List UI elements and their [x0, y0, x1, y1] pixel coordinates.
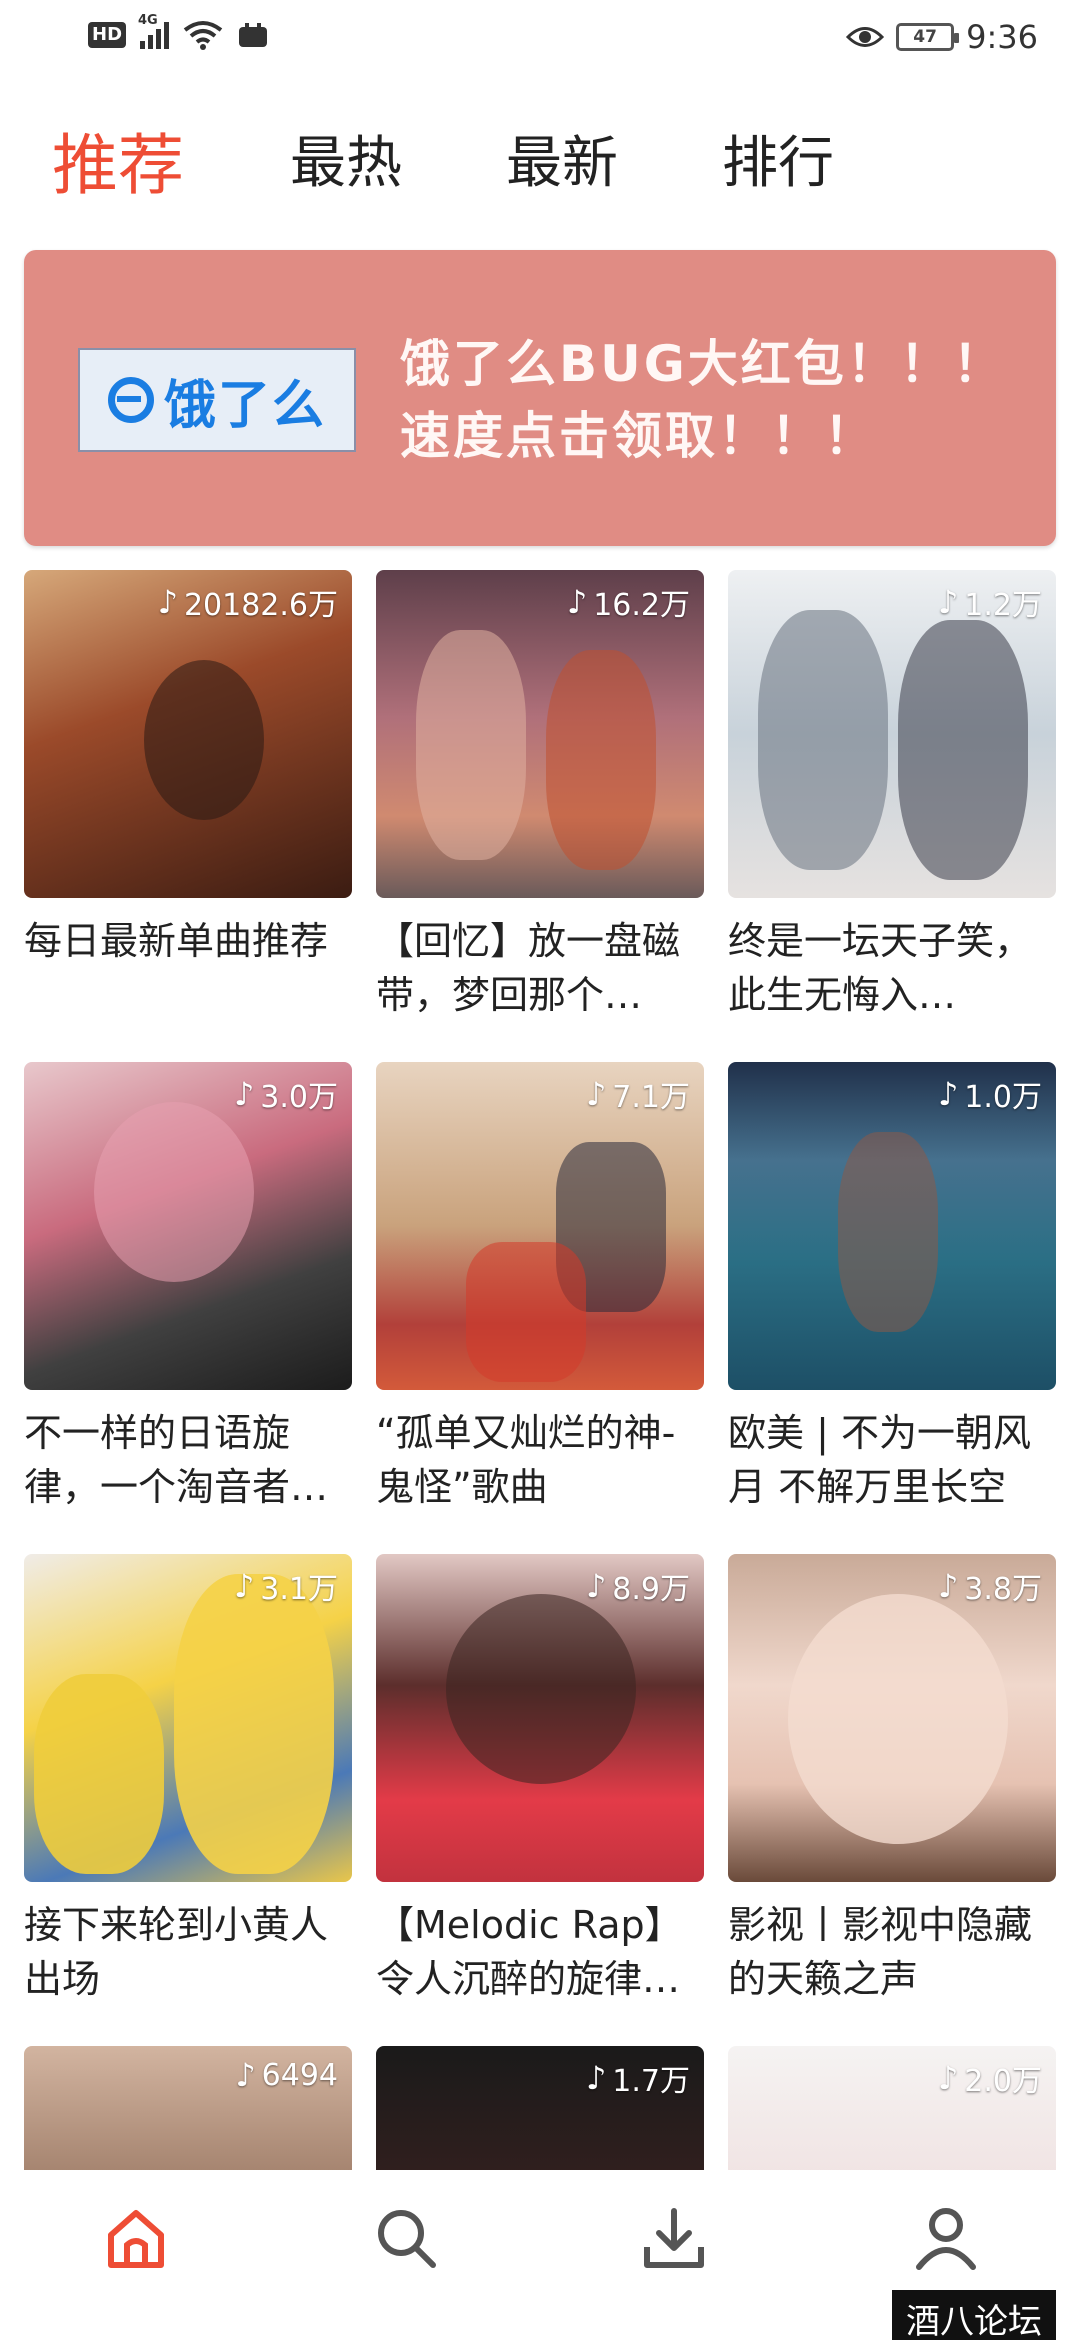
play-count: ♪ 2.0万: [937, 2059, 1042, 2099]
music-note-icon: ♪: [233, 1075, 255, 1113]
hd-indicator: HD: [88, 22, 127, 48]
play-count: ♪ 1.0万: [937, 1075, 1042, 1115]
playlist-card[interactable]: ♪ 1.2万 终是一坛天子笑，此生无悔入…: [728, 570, 1056, 1022]
play-count: ♪ 3.0万: [233, 1075, 338, 1115]
banner-line-1: 饿了么BUG大红包！！！: [400, 335, 1006, 393]
playlist-cover: ♪ 7.1万: [376, 1062, 704, 1390]
tab-recommend[interactable]: 推荐: [52, 112, 184, 208]
playlist-title: 终是一坛天子笑，此生无悔入…: [728, 919, 1033, 1017]
playlist-title: 【Melodic Rap】令人沉醉的旋律…: [376, 1903, 683, 2001]
network-type: 4G: [138, 13, 158, 28]
music-note-icon: ♪: [937, 1075, 959, 1113]
playlist-title: “孤单又灿烂的神-鬼怪”歌曲: [376, 1411, 676, 1509]
eye-comfort-icon: [846, 27, 885, 47]
promo-banner[interactable]: 饿了么 饿了么BUG大红包！！！ 速度点击领取！！！: [24, 250, 1056, 546]
playlist-title: 欧美 | 不为一朝风月 不解万里长空: [728, 1411, 1031, 1509]
playlist-cover: ♪ 3.1万: [24, 1554, 352, 1882]
banner-text: 饿了么BUG大红包！！！ 速度点击领取！！！: [400, 328, 1006, 472]
banner-line-2: 速度点击领取！！！: [400, 407, 877, 465]
home-icon: [108, 2210, 164, 2268]
playlist-title: 接下来轮到小黄人出场: [24, 1903, 329, 2001]
music-note-icon: ♪: [157, 583, 178, 621]
playlist-card[interactable]: ♪ 3.0万 不一样的日语旋律，一个淘音者…: [24, 1062, 352, 1514]
play-count: ♪ 8.9万: [585, 1567, 690, 1607]
music-note-icon: ♪: [937, 2059, 959, 2097]
wifi-icon: [183, 21, 223, 50]
download-icon: [644, 2208, 704, 2268]
music-note-icon: ♪: [585, 1567, 607, 1605]
playlist-card[interactable]: ♪ 7.1万 “孤单又灿烂的神-鬼怪”歌曲: [376, 1062, 704, 1514]
playlist-title: 每日最新单曲推荐: [24, 919, 329, 963]
eleme-logo: 饿了么: [78, 348, 356, 452]
playlist-card[interactable]: ♪ 3.1万 接下来轮到小黄人出场: [24, 1554, 352, 2006]
play-count: ♪ 16.2万: [566, 583, 690, 623]
nav-profile[interactable]: [906, 2198, 986, 2278]
status-bar: HD 4G 47 9:36: [0, 0, 1080, 80]
playlist-title: 影视丨影视中隐藏的天籁之声: [728, 1903, 1033, 2001]
search-icon: [378, 2210, 436, 2268]
signal-icon: 4G: [138, 13, 170, 49]
play-count: ♪ 1.2万: [937, 583, 1042, 623]
playlist-cover: ♪ 1.2万: [728, 570, 1056, 898]
profile-icon: [916, 2208, 976, 2270]
playlist-cover: ♪ 20182.6万: [24, 570, 352, 898]
play-count: ♪ 3.1万: [233, 1567, 338, 1607]
playlist-card[interactable]: ♪ 1.0万 欧美 | 不为一朝风月 不解万里长空: [728, 1062, 1056, 1514]
tab-hottest[interactable]: 最热: [290, 118, 402, 199]
nav-download[interactable]: [634, 2198, 714, 2278]
playlist-card[interactable]: ♪ 16.2万 【回忆】放一盘磁带，梦回那个…: [376, 570, 704, 1022]
playlist-card[interactable]: ♪ 20182.6万 每日最新单曲推荐: [24, 570, 352, 1022]
status-left: HD 4G: [88, 13, 269, 50]
play-count: ♪ 6494: [235, 2056, 338, 2094]
clock: 9:36: [966, 18, 1038, 56]
status-right: 47 9:36: [846, 18, 1038, 56]
playlist-title: 【回忆】放一盘磁带，梦回那个…: [376, 919, 681, 1017]
battery-icon: 47: [896, 23, 960, 51]
playlist-card[interactable]: ♪ 3.8万 影视丨影视中隐藏的天籁之声: [728, 1554, 1056, 2006]
playlist-title: 不一样的日语旋律，一个淘音者…: [24, 1411, 329, 1509]
music-note-icon: ♪: [585, 1075, 607, 1113]
playlist-cover: ♪ 8.9万: [376, 1554, 704, 1882]
music-note-icon: ♪: [233, 1567, 255, 1605]
playlist-cover: ♪ 16.2万: [376, 570, 704, 898]
music-note-icon: ♪: [566, 583, 588, 621]
watermark: 酒八论坛: [892, 2290, 1056, 2340]
music-note-icon: ♪: [937, 583, 959, 621]
play-count: ♪ 3.8万: [937, 1567, 1042, 1607]
tab-ranking[interactable]: 排行: [722, 118, 834, 199]
play-count: ♪ 20182.6万: [157, 583, 338, 623]
music-note-icon: ♪: [937, 1567, 959, 1605]
play-count: ♪ 7.1万: [585, 1075, 690, 1115]
nav-home[interactable]: [96, 2198, 176, 2278]
playlist-cover: ♪ 3.0万: [24, 1062, 352, 1390]
tab-newest[interactable]: 最新: [506, 118, 618, 199]
notification-app-icon: [239, 23, 268, 47]
playlist-card[interactable]: ♪ 8.9万 【Melodic Rap】令人沉醉的旋律…: [376, 1554, 704, 2006]
playlist-cover: ♪ 1.0万: [728, 1062, 1056, 1390]
category-tabs: 推荐 最热 最新 排行: [0, 118, 1080, 218]
music-note-icon: ♪: [235, 2056, 256, 2094]
eleme-mark-icon: [107, 377, 154, 423]
play-count: ♪ 1.7万: [585, 2059, 690, 2099]
nav-search[interactable]: [366, 2198, 446, 2278]
playlist-cover: ♪ 3.8万: [728, 1554, 1056, 1882]
music-note-icon: ♪: [585, 2059, 607, 2097]
